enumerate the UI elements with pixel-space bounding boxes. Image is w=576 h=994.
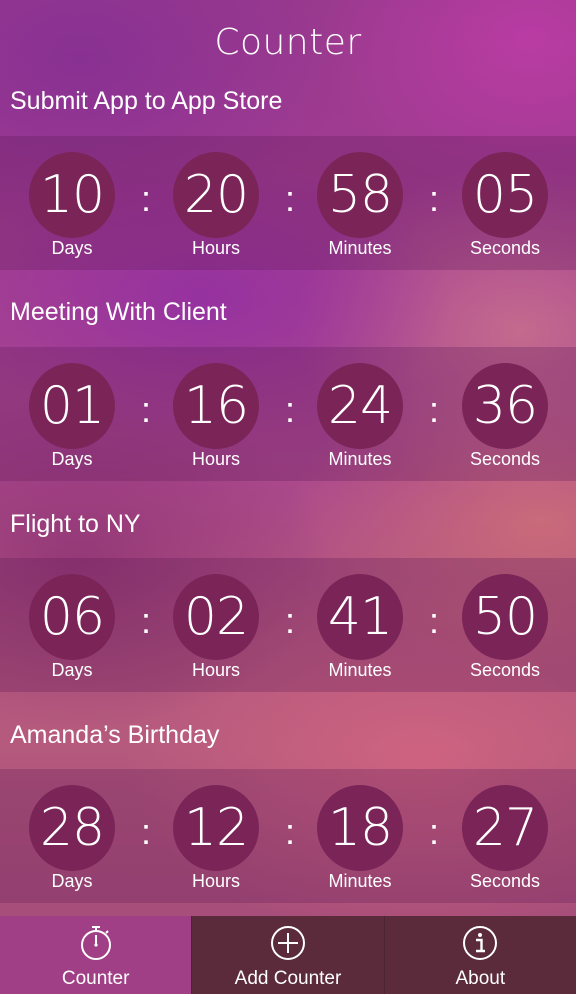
- separator: :: [428, 389, 439, 430]
- tab-label: About: [455, 968, 506, 989]
- hours-label: Hours: [191, 238, 240, 258]
- counter-title[interactable]: Amanda’s Birthday: [10, 721, 219, 750]
- info-icon: [463, 926, 498, 960]
- minutes-value: 58: [317, 152, 403, 238]
- seconds-label: Seconds: [469, 871, 541, 891]
- days-value: 01: [29, 363, 115, 449]
- countdown-panel[interactable]: 06 Days : 02 Hours : 41 Minutes : 50 Sec…: [0, 558, 576, 692]
- hours-value: 16: [173, 363, 259, 449]
- counter-title[interactable]: Meeting With Client: [10, 298, 227, 327]
- days-unit: 28 Days: [28, 785, 116, 892]
- minutes-unit: 58 Minutes: [316, 152, 404, 259]
- seconds-unit: 36 Seconds: [461, 363, 549, 470]
- counter-title[interactable]: Flight to NY: [10, 510, 141, 539]
- countdown-panel[interactable]: 01 Days : 16 Hours : 24 Minutes : 36 Sec…: [0, 347, 576, 481]
- seconds-unit: 27 Seconds: [461, 785, 549, 892]
- days-value: 28: [29, 785, 115, 871]
- days-label: Days: [51, 238, 93, 258]
- seconds-unit: 50 Seconds: [461, 574, 549, 681]
- days-value: 06: [29, 574, 115, 660]
- tab-add-counter[interactable]: Add Counter: [191, 916, 384, 994]
- separator: :: [428, 600, 439, 641]
- days-unit: 01 Days: [28, 363, 116, 470]
- separator: :: [140, 178, 151, 219]
- counter-title[interactable]: Submit App to App Store: [10, 87, 282, 116]
- page-title: Counter: [214, 22, 362, 63]
- hours-unit: 12 Hours: [172, 785, 260, 892]
- seconds-label: Seconds: [469, 660, 541, 680]
- days-unit: 10 Days: [28, 152, 116, 259]
- days-value: 10: [29, 152, 115, 238]
- seconds-value: 05: [462, 152, 548, 238]
- plus-circle-icon: [270, 926, 305, 960]
- seconds-unit: 05 Seconds: [461, 152, 549, 259]
- seconds-value: 50: [462, 574, 548, 660]
- separator: :: [284, 389, 295, 430]
- minutes-value: 41: [317, 574, 403, 660]
- minutes-label: Minutes: [328, 238, 392, 258]
- days-unit: 06 Days: [28, 574, 116, 681]
- separator: :: [284, 600, 295, 641]
- hours-value: 12: [173, 785, 259, 871]
- tab-label: Counter: [61, 968, 130, 989]
- separator: :: [140, 389, 151, 430]
- tab-counter[interactable]: Counter: [0, 916, 192, 994]
- stopwatch-icon: [80, 926, 111, 960]
- days-label: Days: [51, 871, 93, 891]
- seconds-label: Seconds: [469, 449, 541, 469]
- hours-value: 02: [173, 574, 259, 660]
- seconds-value: 27: [462, 785, 548, 871]
- days-label: Days: [51, 660, 93, 680]
- days-label: Days: [51, 449, 93, 469]
- hours-unit: 20 Hours: [172, 152, 260, 259]
- minutes-value: 24: [317, 363, 403, 449]
- minutes-value: 18: [317, 785, 403, 871]
- separator: :: [428, 811, 439, 852]
- minutes-unit: 18 Minutes: [316, 785, 404, 892]
- minutes-unit: 41 Minutes: [316, 574, 404, 681]
- minutes-label: Minutes: [328, 660, 392, 680]
- seconds-label: Seconds: [469, 238, 541, 258]
- tab-about[interactable]: About: [383, 916, 576, 994]
- hours-unit: 16 Hours: [172, 363, 260, 470]
- hours-unit: 02 Hours: [172, 574, 260, 681]
- separator: :: [140, 600, 151, 641]
- countdown-panel[interactable]: 10 Days : 20 Hours : 58 Minutes : 05 Sec…: [0, 136, 576, 270]
- separator: :: [140, 811, 151, 852]
- tab-label: Add Counter: [234, 968, 342, 989]
- seconds-value: 36: [462, 363, 548, 449]
- minutes-label: Minutes: [328, 449, 392, 469]
- countdown-panel[interactable]: 28 Days : 12 Hours : 18 Minutes : 27 Sec…: [0, 769, 576, 903]
- hours-label: Hours: [191, 660, 240, 680]
- separator: :: [428, 178, 439, 219]
- hours-label: Hours: [191, 449, 240, 469]
- separator: :: [284, 178, 295, 219]
- hours-label: Hours: [191, 871, 240, 891]
- hours-value: 20: [173, 152, 259, 238]
- minutes-label: Minutes: [328, 871, 392, 891]
- minutes-unit: 24 Minutes: [316, 363, 404, 470]
- separator: :: [284, 811, 295, 852]
- tab-bar: Counter Add Counter About: [0, 916, 576, 994]
